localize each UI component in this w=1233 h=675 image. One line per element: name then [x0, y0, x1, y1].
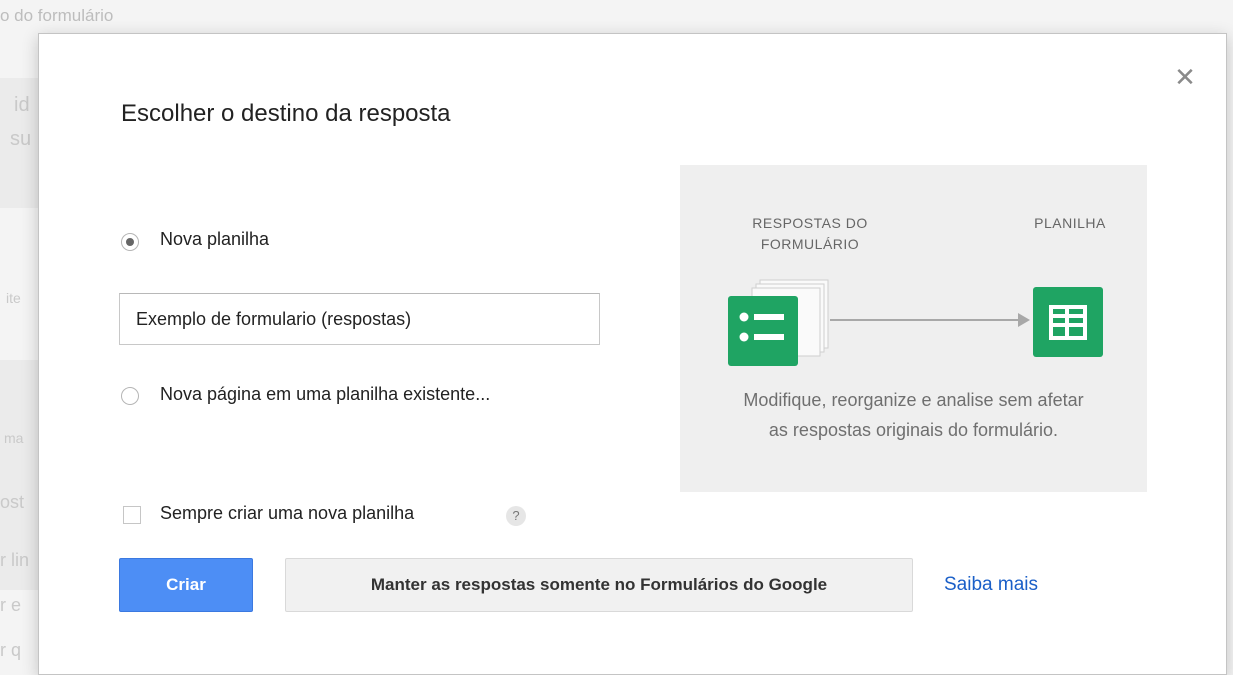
illustration-description: Modifique, reorganize e analise sem afet…: [680, 385, 1147, 445]
help-icon[interactable]: ?: [506, 506, 526, 526]
description-line2: as respostas originais do formulário.: [768, 420, 1059, 440]
new-sheet-label[interactable]: Nova planilha: [160, 229, 269, 250]
flow-arrow-head: [1018, 313, 1030, 327]
google-sheets-icon: [1033, 287, 1103, 357]
background-fragment: r q: [0, 640, 22, 660]
response-destination-dialog: ✕ Escolher o destino da resposta Nova pl…: [38, 33, 1227, 675]
new-sheet-radio[interactable]: [121, 233, 139, 251]
illustration-panel: RESPOSTAS DO FORMULÁRIO PLANILHA Modifiq…: [680, 165, 1147, 492]
background-fragment: ma: [4, 430, 24, 446]
existing-sheet-label[interactable]: Nova página em uma planilha existente...: [160, 384, 490, 405]
background-fragment: su: [10, 128, 32, 150]
background-fragment: ite: [6, 290, 21, 306]
background-fragment: ost: [0, 492, 25, 512]
always-create-checkbox[interactable]: [123, 506, 141, 524]
flow-graphic: [728, 279, 1103, 366]
always-create-label[interactable]: Sempre criar uma nova planilha: [160, 503, 414, 524]
background-fragment: r e: [0, 595, 22, 615]
google-forms-icon: [728, 279, 829, 366]
create-button[interactable]: Criar: [119, 558, 253, 612]
background-title-fragment: o do formulário: [0, 6, 114, 25]
description-line1: Modifique, reorganize e analise sem afet…: [743, 390, 1084, 410]
dialog-title: Escolher o destino da resposta: [121, 100, 451, 127]
background-fragment: id: [14, 94, 30, 116]
sheet-name-input[interactable]: [119, 293, 600, 345]
background-fragment: r lin: [0, 550, 30, 570]
learn-more-link[interactable]: Saiba mais: [944, 574, 1038, 596]
keep-in-forms-button[interactable]: Manter as respostas somente no Formulári…: [285, 558, 913, 612]
close-icon[interactable]: ✕: [1172, 64, 1198, 90]
existing-sheet-radio[interactable]: [121, 387, 139, 405]
